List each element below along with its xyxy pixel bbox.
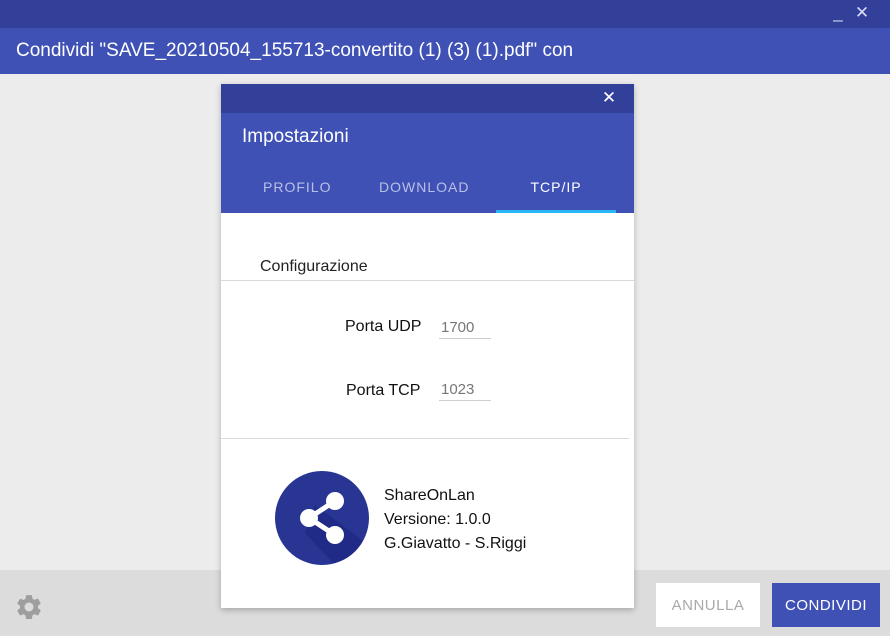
tab-profilo[interactable]: PROFILO bbox=[263, 179, 331, 195]
section-title-configurazione: Configurazione bbox=[260, 258, 368, 275]
dialog-titlebar: ✕ bbox=[221, 84, 634, 113]
minimize-button[interactable]: _ bbox=[828, 3, 848, 23]
tab-download[interactable]: DOWNLOAD bbox=[379, 179, 469, 195]
cancel-button[interactable]: ANNULLA bbox=[656, 583, 760, 627]
tab-tcpip[interactable]: TCP/IP bbox=[496, 179, 616, 195]
window-close-button[interactable]: ✕ bbox=[852, 3, 872, 23]
udp-port-input[interactable] bbox=[439, 316, 491, 339]
share-button[interactable]: CONDIVIDI bbox=[772, 583, 880, 627]
window-header: Condividi "SAVE_20210504_155713-converti… bbox=[0, 28, 890, 74]
dialog-close-button[interactable]: ✕ bbox=[599, 88, 619, 108]
gear-icon[interactable] bbox=[14, 592, 44, 622]
app-name: ShareOnLan bbox=[384, 487, 475, 504]
window-titlebar: _ ✕ bbox=[0, 0, 890, 28]
divider bbox=[221, 438, 629, 439]
app-version: Versione: 1.0.0 bbox=[384, 511, 491, 528]
share-icon bbox=[275, 471, 369, 565]
window-title: Condividi "SAVE_20210504_155713-converti… bbox=[16, 40, 574, 61]
udp-port-label: Porta UDP bbox=[345, 318, 422, 335]
divider bbox=[221, 280, 634, 281]
tcp-port-label: Porta TCP bbox=[346, 382, 421, 399]
settings-dialog: ✕ Impostazioni PROFILO DOWNLOAD TCP/IP C… bbox=[221, 84, 634, 608]
dialog-title: Impostazioni bbox=[242, 126, 349, 147]
app-authors: G.Giavatto - S.Riggi bbox=[384, 535, 527, 552]
dialog-header: Impostazioni PROFILO DOWNLOAD TCP/IP bbox=[221, 113, 634, 213]
active-tab-indicator bbox=[496, 210, 616, 213]
tcp-port-input[interactable] bbox=[439, 378, 491, 401]
